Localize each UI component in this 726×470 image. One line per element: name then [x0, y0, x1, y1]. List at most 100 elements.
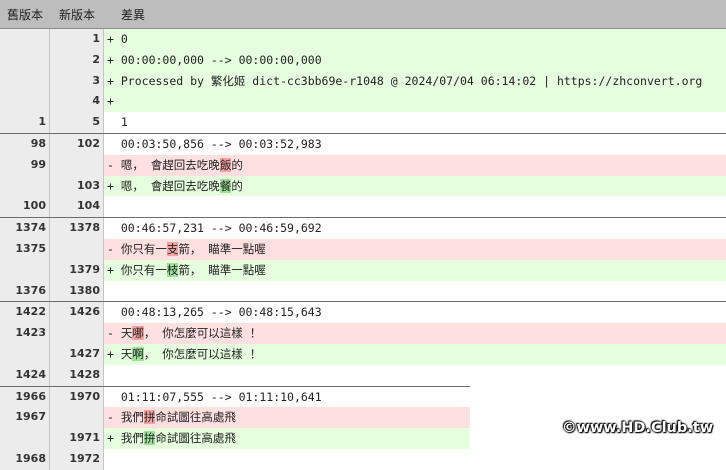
diff-sign	[107, 199, 114, 213]
diff-sign	[107, 305, 114, 319]
diff-text: 你只有一	[120, 262, 167, 277]
new-line-number: 1426	[50, 302, 104, 324]
diff-text: 的	[231, 178, 243, 193]
diff-sign: -	[107, 241, 114, 256]
old-line-number: 1375	[0, 238, 50, 260]
new-line-number	[50, 323, 104, 344]
removed-line: 1423 - 天哪， 你怎麼可以這樣 ！	[0, 323, 726, 344]
new-line-number: 1428	[50, 364, 104, 386]
diff-line-content: 00:46:57,231 --> 00:46:59,692	[104, 218, 726, 239]
added-line: 1379 + 你只有一枝箭， 瞄準一點喔	[0, 259, 726, 281]
diff-sign: +	[107, 32, 114, 46]
diff-sign: -	[107, 326, 114, 341]
diff-sign: +	[107, 262, 114, 277]
diff-sign	[107, 137, 114, 151]
diff-line-content: - 你只有一支箭， 瞄準一點喔	[104, 238, 726, 260]
diff-line-content: + 00:00:00,000 --> 00:00:00,000	[104, 49, 726, 71]
context-line: 1374 1378 00:46:57,231 --> 00:46:59,692	[0, 217, 726, 239]
diff-text: 00:03:50,856 --> 00:03:52,983	[120, 136, 322, 151]
diff-text: Processed by 繁化姬 dict-cc3bb69e-r1048 @ 2…	[120, 73, 703, 88]
old-line-number	[0, 29, 50, 50]
diff-text: 嗯， 會趕回去吃晚	[120, 178, 220, 193]
new-line-number: 102	[50, 133, 104, 155]
diff-line-content	[104, 280, 726, 302]
removed-char-highlight: 飯	[219, 157, 232, 172]
diff-text: 00:48:13,265 --> 00:48:15,643	[120, 305, 322, 320]
old-line-number	[0, 70, 50, 92]
new-line-number: 1	[50, 29, 104, 50]
diff-sign	[107, 368, 114, 382]
old-line-number	[0, 175, 50, 197]
diff-sign: +	[107, 346, 114, 361]
diff-sign: +	[107, 52, 114, 67]
diff-line-content: - 嗯， 會趕回去吃晚飯的	[104, 154, 726, 176]
old-version-header[interactable]: 舊版本	[0, 6, 50, 23]
diff-line-content: 00:48:13,265 --> 00:48:15,643	[104, 302, 726, 324]
added-line: 103 + 嗯， 會趕回去吃晚餐的	[0, 175, 726, 197]
new-line-number	[50, 238, 104, 260]
diff-line-content: 1	[104, 112, 726, 133]
diff-text: 命試圖往高處飛	[155, 410, 236, 425]
removed-line: 99 - 嗯， 會趕回去吃晚飯的	[0, 154, 726, 176]
diff-text: 00:00:00,000 --> 00:00:00,000	[120, 52, 322, 67]
diff-text: 00:46:57,231 --> 00:46:59,692	[120, 221, 322, 236]
diff-sign: +	[107, 94, 114, 109]
added-line: 4 +	[0, 91, 726, 113]
old-line-number: 1424	[0, 364, 50, 386]
old-line-number: 99	[0, 154, 50, 176]
diff-text: 我們	[120, 431, 144, 446]
removed-line: 1375 - 你只有一支箭， 瞄準一點喔	[0, 238, 726, 260]
new-line-number: 1427	[50, 343, 104, 365]
old-line-number	[0, 49, 50, 71]
new-line-number: 1971	[50, 428, 104, 449]
added-char-highlight: 啊	[132, 346, 144, 361]
new-line-number	[50, 154, 104, 176]
diff-sign: -	[107, 157, 114, 172]
new-line-number: 2	[50, 49, 104, 71]
watermark: ©www.HD.Club.tw	[562, 420, 714, 436]
diff-text: ， 你怎麼可以這樣 ！	[143, 346, 262, 361]
diff-text: 箭， 瞄準一點喔	[178, 262, 266, 277]
diff-sign	[107, 452, 114, 466]
new-line-number: 1378	[50, 218, 104, 239]
diff-text: 01:11:07,555 --> 01:11:10,641	[120, 389, 322, 404]
diff-text: 的	[231, 157, 243, 172]
diff-header: 舊版本 新版本 差異	[0, 0, 726, 29]
diff-text: 嗯， 會趕回去吃晚	[120, 157, 220, 172]
diff-text: 命試圖往高處飛	[155, 431, 236, 446]
new-line-number: 3	[50, 70, 104, 92]
old-line-number: 98	[0, 133, 50, 155]
diff-sign: -	[107, 410, 114, 425]
diff-text: 我們	[120, 410, 144, 425]
removed-char-highlight: 支	[166, 241, 179, 256]
old-line-number: 1423	[0, 323, 50, 344]
diff-sign	[107, 115, 114, 129]
old-line-number	[0, 91, 50, 113]
added-line: 3 + Processed by 繁化姬 dict-cc3bb69e-r1048 …	[0, 70, 726, 92]
old-line-number: 1374	[0, 218, 50, 239]
old-line-number: 1422	[0, 302, 50, 324]
added-char-highlight: 餐	[219, 178, 232, 193]
added-char-highlight: 枝	[166, 262, 179, 277]
context-line: 98 102 00:03:50,856 --> 00:03:52,983	[0, 132, 726, 155]
context-line: 1422 1426 00:48:13,265 --> 00:48:15,643	[0, 301, 726, 324]
diff-sign: +	[107, 178, 114, 193]
new-line-number: 1970	[50, 386, 104, 408]
new-line-number: 1379	[50, 259, 104, 281]
diff-text: ， 你怎麼可以這樣 ！	[143, 326, 262, 341]
diff-text: 你只有一	[120, 241, 167, 256]
new-version-header[interactable]: 新版本	[50, 6, 104, 23]
diff-line-content: 00:03:50,856 --> 00:03:52,983	[104, 133, 726, 155]
diff-header-label[interactable]: 差異	[104, 6, 145, 23]
old-line-number	[0, 343, 50, 365]
removed-char-highlight: 拼	[143, 410, 156, 425]
diff-line-content: + Processed by 繁化姬 dict-cc3bb69e-r1048 @…	[104, 70, 726, 92]
diff-line-content	[104, 196, 726, 218]
diff-line-content: + 你只有一枝箭， 瞄準一點喔	[104, 259, 726, 281]
diff-text: 0	[120, 32, 128, 46]
context-line: 100 104	[0, 196, 726, 218]
added-line: 1427 + 天啊， 你怎麼可以這樣 ！	[0, 343, 726, 365]
old-line-number: 1967	[0, 407, 50, 429]
new-line-number	[50, 407, 104, 429]
diff-line-content: +	[104, 91, 726, 113]
